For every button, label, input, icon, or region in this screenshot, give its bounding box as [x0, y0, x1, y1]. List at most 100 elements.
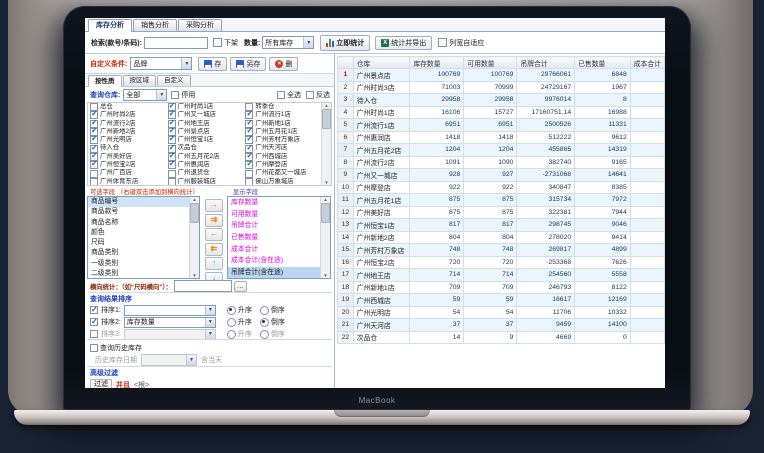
table-row[interactable]: 11广州五月花1店8758753157347972: [338, 194, 665, 207]
sort-checkbox[interactable]: [90, 330, 98, 338]
sort-checkbox[interactable]: [90, 306, 98, 314]
cross-stat-input[interactable]: [174, 280, 232, 292]
autofit-checkbox[interactable]: 列宽自适应: [438, 38, 484, 48]
table-row[interactable]: 7广州五月花2店1204120445586514319: [338, 144, 665, 157]
search-input[interactable]: [144, 37, 208, 49]
available-field-item[interactable]: 商品类别: [88, 248, 189, 258]
invert-selection-box[interactable]: [306, 91, 314, 99]
filter-tab-按性质[interactable]: 按性质: [88, 75, 122, 87]
scroll-up-icon[interactable]: ▲: [192, 197, 196, 202]
available-field-item[interactable]: 颜色: [88, 228, 189, 238]
table-row[interactable]: 21广州天河店3737945914100: [338, 319, 665, 332]
cross-stat-more-button[interactable]: …: [234, 281, 247, 292]
available-field-item[interactable]: 尺码: [88, 238, 189, 248]
table-row[interactable]: 9广州又一城店928927-273106814641: [338, 169, 665, 182]
checkbox-icon[interactable]: [168, 178, 176, 185]
qty-select[interactable]: 所有库存 ▼: [262, 36, 314, 49]
warehouse-checkbox-item[interactable]: 广州体育东店: [88, 178, 166, 185]
scrollbar-thumb[interactable]: [321, 203, 330, 223]
checkbox-icon[interactable]: [168, 153, 176, 161]
scrollbar-thumb[interactable]: [190, 203, 199, 223]
table-row[interactable]: 18广州新地1店7097092467938122: [338, 281, 665, 294]
tab-采购分析[interactable]: 采购分析: [178, 19, 222, 31]
warehouse-checkbox-item[interactable]: 广州广百店: [88, 169, 166, 177]
filter-node[interactable]: <根>: [134, 380, 149, 389]
scroll-up-icon[interactable]: ▲: [323, 197, 327, 202]
table-row[interactable]: 13广州恒宝1店8178172987459046: [338, 219, 665, 232]
radio-icon[interactable]: [227, 318, 236, 327]
save-condition-button[interactable]: 存: [198, 57, 227, 71]
column-header[interactable]: 仓库: [353, 57, 410, 69]
table-row[interactable]: 3待入仓299582995899760148: [338, 94, 665, 107]
filter-operator[interactable]: 并且: [116, 380, 130, 389]
warehouse-checkbox-item[interactable]: 广州五月花1店: [243, 128, 321, 136]
warehouse-checkbox-item[interactable]: 广州景点店: [166, 128, 244, 136]
warehouse-checkbox-item[interactable]: 广州西城店: [243, 153, 321, 161]
add-all-fields-button[interactable]: ⇉: [205, 214, 223, 227]
checkbox-icon[interactable]: [245, 120, 253, 128]
warehouse-checkbox-item[interactable]: 广州恒宝1店: [166, 136, 244, 144]
scrollbar[interactable]: ▲▼: [320, 197, 330, 278]
table-row[interactable]: 10广州摩登店9229223408478385: [338, 181, 665, 194]
warehouse-checkbox-item[interactable]: 次品仓: [166, 144, 244, 152]
table-row[interactable]: 12广州美好店8758753223817944: [338, 206, 665, 219]
scroll-down-icon[interactable]: ▼: [323, 273, 327, 278]
available-field-item[interactable]: 商品名称: [88, 218, 189, 228]
remove-all-fields-button[interactable]: ⇇: [205, 243, 223, 256]
warehouse-checkbox-item[interactable]: 转季仓: [243, 103, 321, 111]
checkbox-icon[interactable]: [90, 153, 98, 161]
checkbox-icon[interactable]: [90, 178, 98, 185]
column-header[interactable]: 可用数量: [464, 57, 517, 69]
checkbox-icon[interactable]: [245, 145, 253, 153]
checkbox-icon[interactable]: [168, 136, 176, 144]
available-field-item[interactable]: 二级类别: [88, 269, 189, 278]
column-header[interactable]: 库存数量: [410, 57, 464, 69]
warehouse-checkbox-item[interactable]: 广州流行2店: [88, 120, 166, 128]
autofit-checkbox-box[interactable]: [438, 38, 447, 47]
sort-field-select[interactable]: ▼: [124, 305, 216, 316]
checkbox-icon[interactable]: [245, 153, 253, 161]
checkbox-icon[interactable]: [245, 128, 253, 136]
disabled-warehouse-checkbox[interactable]: 停用: [171, 90, 195, 100]
checkbox-icon[interactable]: [168, 161, 176, 169]
display-field-item[interactable]: 吊牌合计(含在途): [228, 267, 320, 278]
radio-icon[interactable]: [260, 318, 269, 327]
checkbox-icon[interactable]: [245, 161, 253, 169]
warehouse-checkbox-item[interactable]: 广州光明店: [88, 136, 166, 144]
table-row[interactable]: 15广州芳村万象店7487482698174899: [338, 244, 665, 257]
offshelf-checkbox-box[interactable]: [213, 38, 222, 47]
table-row[interactable]: 1广州景点店100769100769297660616848: [338, 69, 665, 82]
select-all-checkbox[interactable]: 全选: [277, 90, 301, 100]
table-row[interactable]: 16广州恒宝2店7207202533687626: [338, 256, 665, 269]
checkbox-icon[interactable]: [245, 136, 253, 144]
table-row[interactable]: 8广州流行2店109110903827409165: [338, 156, 665, 169]
warehouse-checkbox-item[interactable]: 广州新地2店: [88, 128, 166, 136]
checkbox-icon[interactable]: [168, 103, 176, 111]
filter-tab-自定义[interactable]: 自定义: [157, 75, 191, 86]
run-stats-button[interactable]: 立即统计: [320, 35, 370, 51]
delete-condition-button[interactable]: × 删: [269, 57, 298, 71]
scroll-up-icon[interactable]: ▲: [324, 103, 328, 108]
sort-field-select[interactable]: 库存数量▼: [124, 317, 216, 328]
scrollbar-thumb[interactable]: [322, 109, 331, 129]
checkbox-icon[interactable]: [90, 145, 98, 153]
display-field-item[interactable]: 可用数量: [228, 209, 320, 221]
table-row[interactable]: 20广州光明店54541170610332: [338, 306, 665, 319]
warehouse-checkbox-item[interactable]: 广州退货仓: [166, 169, 244, 177]
checkbox-icon[interactable]: [90, 103, 98, 111]
display-field-item[interactable]: 库存数量: [228, 197, 320, 209]
checkbox-icon[interactable]: [90, 120, 98, 128]
warehouse-checkbox-item[interactable]: 广州流行1店: [243, 111, 321, 119]
scroll-down-icon[interactable]: ▼: [192, 273, 196, 278]
warehouse-checkbox-item[interactable]: 广州地王店: [166, 120, 244, 128]
offshelf-checkbox[interactable]: 下架: [213, 38, 238, 48]
select-all-box[interactable]: [277, 91, 285, 99]
invert-selection-checkbox[interactable]: 反选: [306, 90, 330, 100]
filter-chip[interactable]: 过滤: [90, 379, 112, 389]
warehouse-checkbox-item[interactable]: 总仓: [88, 103, 166, 111]
warehouse-checkbox-item[interactable]: 广州美好店: [88, 153, 166, 161]
history-checkbox-box[interactable]: [90, 344, 98, 352]
table-row[interactable]: 14广州新地2店8048042780209414: [338, 231, 665, 244]
warehouse-checkbox-item[interactable]: 佛山万象城店: [243, 178, 321, 185]
radio-icon[interactable]: [260, 306, 269, 315]
